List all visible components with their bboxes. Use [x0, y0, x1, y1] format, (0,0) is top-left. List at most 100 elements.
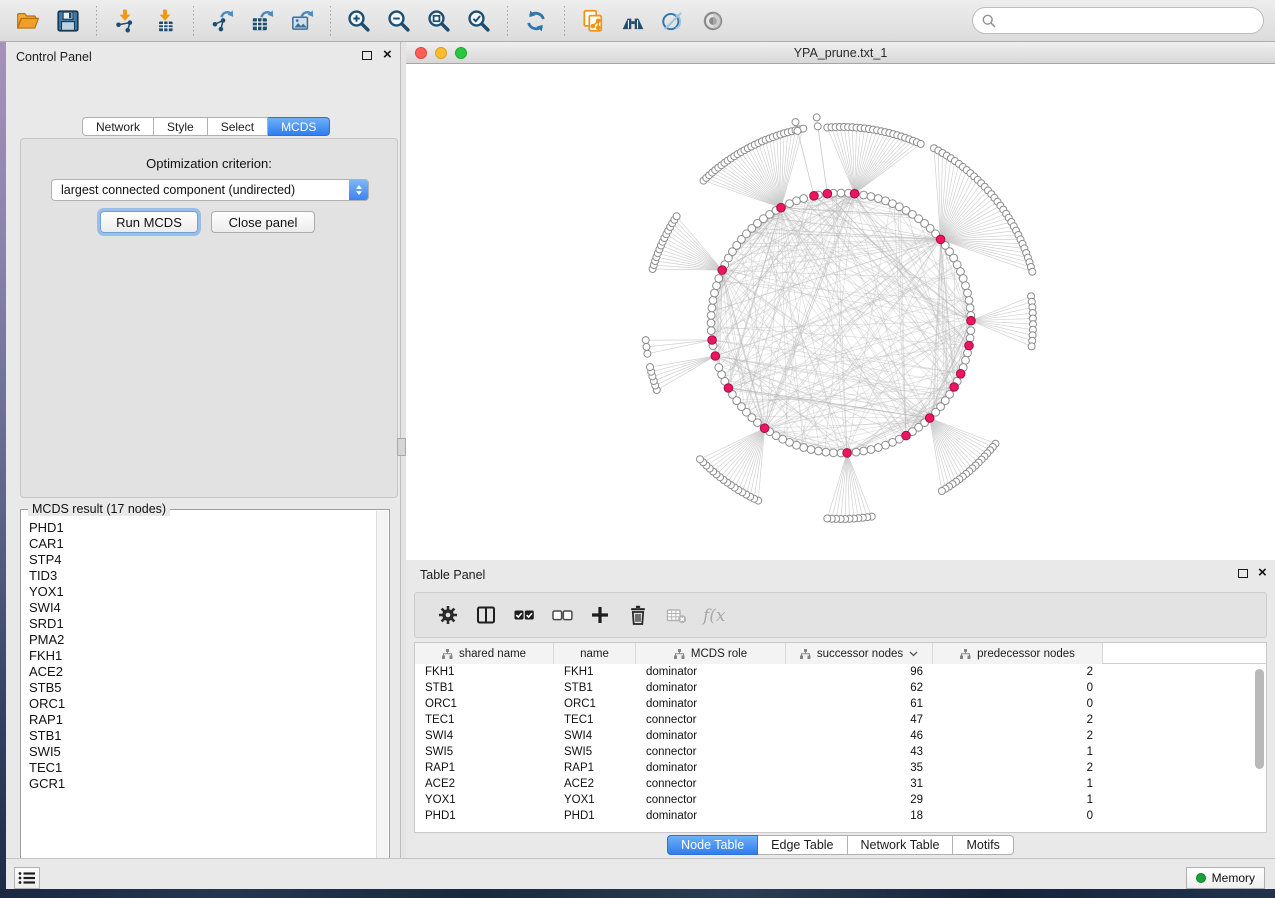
memory-button[interactable]: Memory: [1186, 867, 1265, 889]
table-panel-tabs: Node TableEdge TableNetwork TableMotifs: [406, 835, 1275, 855]
mcds-result-item[interactable]: SRD1: [22, 616, 377, 632]
mcds-result-item[interactable]: ACE2: [22, 664, 377, 680]
mcds-result-item[interactable]: YOX1: [22, 584, 377, 600]
table-row[interactable]: STB1STB1dominator620: [415, 680, 1266, 696]
table-cell: 62: [786, 680, 933, 696]
export-table-icon[interactable]: [245, 5, 279, 37]
table-row[interactable]: ACE2ACE2connector311: [415, 776, 1266, 792]
mcds-result-item[interactable]: ORC1: [22, 696, 377, 712]
run-mcds-button[interactable]: Run MCDS: [100, 211, 198, 233]
table-header-row: shared namenameMCDS rolesuccessor nodesp…: [415, 643, 1266, 664]
table-cell: FKH1: [554, 664, 636, 680]
clone-network-icon[interactable]: [576, 5, 610, 37]
table-cell: STB1: [415, 680, 554, 696]
columns-icon[interactable]: [467, 600, 505, 630]
table-row[interactable]: PHD1PHD1dominator180: [415, 808, 1266, 824]
search-input[interactable]: [1002, 14, 1254, 28]
table-cell: ORC1: [415, 696, 554, 712]
splitter-handle[interactable]: [397, 438, 406, 456]
table-cell: 43: [786, 744, 933, 760]
tab-style[interactable]: Style: [154, 117, 208, 136]
table-cell: 1: [933, 776, 1103, 792]
deselect-all-icon[interactable]: [543, 600, 581, 630]
table-cell: 2: [933, 760, 1103, 776]
table-row[interactable]: SWI4SWI4dominator462: [415, 728, 1266, 744]
table-cell: dominator: [636, 680, 786, 696]
table-cell: FKH1: [415, 664, 554, 680]
desktop-background-bottom: [0, 889, 1275, 898]
export-network-icon[interactable]: [205, 5, 239, 37]
zoom-out-icon[interactable]: [382, 5, 416, 37]
binoculars-icon[interactable]: [616, 5, 650, 37]
column-header-MCDS-role[interactable]: MCDS role: [636, 643, 786, 664]
task-history-button[interactable]: [14, 867, 40, 889]
zoom-fit-icon[interactable]: [422, 5, 456, 37]
table-row[interactable]: ORC1ORC1dominator610: [415, 696, 1266, 712]
optimization-criterion-select[interactable]: largest connected component (undirected): [51, 179, 369, 201]
import-network-icon[interactable]: [108, 5, 142, 37]
tab-network-table[interactable]: Network Table: [848, 835, 954, 855]
table-row[interactable]: TEC1TEC1connector472: [415, 712, 1266, 728]
mcds-result-item[interactable]: PHD1: [22, 520, 377, 536]
column-header-shared-name[interactable]: shared name: [415, 643, 554, 664]
tab-network[interactable]: Network: [82, 117, 154, 136]
table-row[interactable]: FKH1FKH1dominator962: [415, 664, 1266, 680]
column-header-successor-nodes[interactable]: successor nodes: [786, 643, 933, 664]
optimization-criterion-label: Optimization criterion:: [21, 156, 397, 171]
toggle-graphics-icon[interactable]: [656, 5, 690, 37]
settings-icon[interactable]: [429, 600, 467, 630]
delete-column-icon[interactable]: [619, 600, 657, 630]
mcds-result-item[interactable]: CAR1: [22, 536, 377, 552]
mcds-result-item[interactable]: PMA2: [22, 632, 377, 648]
zoom-in-icon[interactable]: [342, 5, 376, 37]
mcds-result-item[interactable]: FKH1: [22, 648, 377, 664]
export-image-icon[interactable]: [285, 5, 319, 37]
select-all-icon[interactable]: [505, 600, 543, 630]
table-row[interactable]: SWI5SWI5connector431: [415, 744, 1266, 760]
tab-mcds[interactable]: MCDS: [268, 117, 330, 136]
save-session-icon[interactable]: [51, 5, 85, 37]
table-cell: 1: [933, 792, 1103, 808]
table-row[interactable]: YOX1YOX1connector291: [415, 792, 1266, 808]
level-of-detail-icon[interactable]: [696, 5, 730, 37]
column-header-predecessor-nodes[interactable]: predecessor nodes: [933, 643, 1103, 664]
mcds-result-item[interactable]: SWI5: [22, 744, 377, 760]
tab-motifs[interactable]: Motifs: [953, 835, 1013, 855]
mcds-result-item[interactable]: STB5: [22, 680, 377, 696]
tab-edge-table[interactable]: Edge Table: [758, 835, 847, 855]
select-stepper-icon: [349, 180, 368, 200]
network-window-titlebar[interactable]: YPA_prune.txt_1: [406, 42, 1275, 64]
refresh-icon[interactable]: [519, 5, 553, 37]
mcds-result-item[interactable]: TEC1: [22, 760, 377, 776]
mcds-result-item[interactable]: STP4: [22, 552, 377, 568]
mcds-result-item[interactable]: RAP1: [22, 712, 377, 728]
tab-node-table[interactable]: Node Table: [667, 835, 758, 855]
close-panel-button[interactable]: Close panel: [211, 211, 315, 233]
open-file-icon[interactable]: [11, 5, 45, 37]
network-canvas[interactable]: [406, 64, 1275, 560]
mcds-result-item[interactable]: GCR1: [22, 776, 377, 792]
mcds-result-list: PHD1CAR1STP4TID3YOX1SWI4SRD1PMA2FKH1ACE2…: [22, 520, 377, 878]
table-toolbar: f(x): [414, 592, 1267, 638]
table-row[interactable]: RAP1RAP1dominator352: [415, 760, 1266, 776]
table-cell: dominator: [636, 728, 786, 744]
close-table-panel-icon[interactable]: ×: [1258, 564, 1267, 582]
mcds-result-item[interactable]: STB1: [22, 728, 377, 744]
table-scrollbar-thumb[interactable]: [1255, 669, 1264, 769]
mcds-tab-content: Optimization criterion: largest connecte…: [20, 138, 398, 498]
float-table-panel-icon[interactable]: [1238, 569, 1248, 578]
close-panel-icon[interactable]: ×: [383, 46, 392, 64]
tab-select[interactable]: Select: [208, 117, 268, 136]
import-table-icon[interactable]: [148, 5, 182, 37]
toolbar-separator: [564, 6, 565, 36]
zoom-selected-icon[interactable]: [462, 5, 496, 37]
optimization-criterion-value: largest connected component (undirected): [52, 183, 349, 197]
add-column-icon[interactable]: [581, 600, 619, 630]
mcds-result-item[interactable]: TID3: [22, 568, 377, 584]
table-scrollbar[interactable]: [1255, 647, 1264, 827]
float-window-icon[interactable]: [362, 51, 372, 60]
mcds-result-item[interactable]: SWI4: [22, 600, 377, 616]
mcds-result-scrollbar[interactable]: [376, 511, 388, 878]
control-panel-tabs: NetworkStyleSelectMCDS: [82, 117, 330, 136]
column-header-name[interactable]: name: [554, 643, 636, 664]
